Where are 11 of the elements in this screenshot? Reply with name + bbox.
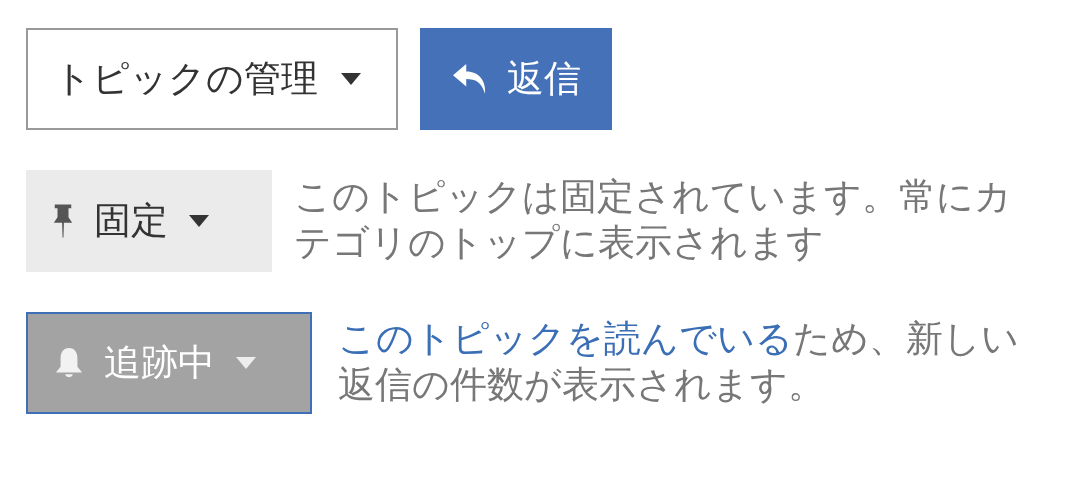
reply-button[interactable]: 返信 <box>420 28 612 130</box>
caret-icon <box>188 215 210 227</box>
pin-icon <box>52 202 74 240</box>
pin-dropdown-button[interactable]: 固定 <box>26 170 272 272</box>
notification-description: このトピックを読んでいる ため、新しい返信の件数が表示されます。 <box>338 316 1020 408</box>
caret-icon <box>235 357 257 369</box>
pin-description: このトピックは固定されています。常にカテゴリのトップに表示されます <box>294 174 1013 266</box>
topic-link[interactable]: このトピックを読んでいる <box>338 317 793 360</box>
bell-icon <box>54 346 84 380</box>
manage-topic-button[interactable]: トピックの管理 <box>26 28 398 130</box>
caret-icon <box>340 73 362 85</box>
